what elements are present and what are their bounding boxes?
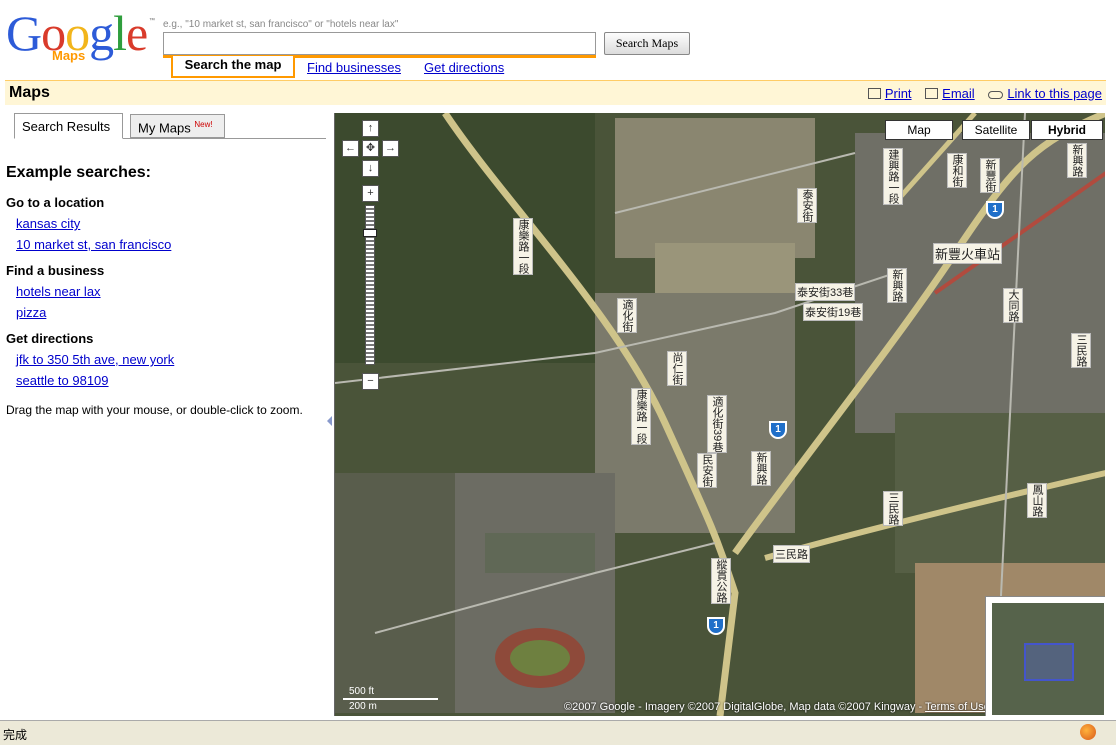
scale-line xyxy=(343,698,438,700)
drag-hint: Drag the map with your mouse, or double-… xyxy=(6,403,303,417)
print-label[interactable]: Print xyxy=(885,86,912,101)
firefox-icon xyxy=(1080,724,1096,740)
tab-search-results-label: Search Results xyxy=(22,119,111,134)
printer-icon xyxy=(867,88,881,99)
route-shield-icon: 1 xyxy=(707,617,725,635)
road-label: 康樂路一段 xyxy=(513,218,533,275)
road-label: 泰安街 xyxy=(797,188,817,223)
road-label: 泰安街33巷 xyxy=(795,283,856,301)
example-link[interactable]: seattle to 98109 xyxy=(16,373,316,388)
map-canvas[interactable]: 新豐火車站 康樂路一段 康樂路一段 建興路一段 新興路 新興路 三民路 三民路 … xyxy=(334,113,1105,716)
tab-my-maps[interactable]: My Maps New! xyxy=(130,114,225,138)
logo-product: Maps xyxy=(52,48,86,63)
road-label: 適化街39巷 xyxy=(707,395,727,454)
terms-of-use-link[interactable]: Terms of Use xyxy=(925,701,990,713)
pan-center-icon[interactable]: ✥ xyxy=(362,140,379,157)
road-label: 新興路 xyxy=(1067,143,1087,178)
example-group: Get directions jfk to 350 5th ave, new y… xyxy=(6,331,316,388)
pan-left-icon[interactable]: ← xyxy=(342,140,359,157)
new-badge: New! xyxy=(194,120,213,129)
status-text: 完成 xyxy=(3,728,28,742)
title-bar: Maps Print Email Link to this page xyxy=(5,80,1106,105)
road-label: 民安街 xyxy=(697,453,717,488)
pan-right-icon[interactable]: → xyxy=(382,140,399,157)
tab-search-results[interactable]: Search Results xyxy=(14,113,123,139)
route-shield-icon: 1 xyxy=(769,421,787,439)
search-maps-button[interactable]: Search Maps xyxy=(604,32,690,55)
zoom-in-icon[interactable]: + xyxy=(362,185,379,202)
collapse-panel-arrow-icon[interactable] xyxy=(327,416,332,426)
zoom-slider-handle[interactable] xyxy=(363,229,377,238)
road-label: 大同路 xyxy=(1003,288,1023,323)
station-label: 新豐火車站 xyxy=(933,243,1003,264)
google-maps-logo[interactable]: Google ™ Maps xyxy=(6,8,156,68)
road-label: 三民路 xyxy=(773,545,810,563)
road-label: 新興路 xyxy=(887,268,907,303)
email-label[interactable]: Email xyxy=(942,86,975,101)
road-label: 新興路 xyxy=(751,451,771,486)
example-link[interactable]: jfk to 350 5th ave, new york xyxy=(16,352,316,367)
scale-metric: 200 m xyxy=(349,701,377,712)
page-title: Maps xyxy=(9,84,50,101)
road-label: 泰安街19巷 xyxy=(803,303,864,321)
example-link[interactable]: pizza xyxy=(16,305,316,320)
route-shield-icon: 1 xyxy=(986,201,1004,219)
road-label: 建興路一段 xyxy=(883,148,903,205)
road-label: 縱貫公路 xyxy=(711,558,731,604)
map-type-hybrid-button[interactable]: Hybrid xyxy=(1031,120,1103,140)
search-hint: e.g., "10 market st, san francisco" or "… xyxy=(163,19,399,30)
scale-imperial: 500 ft xyxy=(349,686,375,697)
road-label: 三民路 xyxy=(883,491,903,526)
overview-imagery xyxy=(992,603,1104,715)
example-group: Find a business hotels near lax pizza xyxy=(6,263,316,320)
email-link[interactable]: Email xyxy=(925,86,975,101)
tab-my-maps-label: My Maps xyxy=(138,120,191,136)
map-type-map-button[interactable]: Map xyxy=(885,120,953,140)
road-label: 康樂路一段 xyxy=(631,388,651,445)
pan-down-icon[interactable]: ↓ xyxy=(362,160,379,177)
print-link[interactable]: Print xyxy=(867,86,912,101)
panel-tabs: Search Results My Maps New! xyxy=(14,113,326,139)
page-toolbar: Print Email Link to this page xyxy=(858,86,1102,101)
group-title: Go to a location xyxy=(6,195,105,210)
road-label: 適化街 xyxy=(617,298,637,333)
example-searches: Example searches: Go to a location kansa… xyxy=(6,164,316,419)
zoom-out-icon[interactable]: − xyxy=(362,373,379,390)
copyright-text: ©2007 Google - Imagery ©2007 DigitalGlob… xyxy=(564,701,923,713)
link-to-page[interactable]: Link to this page xyxy=(988,86,1102,101)
map-type-satellite-button[interactable]: Satellite xyxy=(962,120,1030,140)
overview-map[interactable] xyxy=(985,596,1105,716)
road-label: 三民路 xyxy=(1071,333,1091,368)
envelope-icon xyxy=(925,88,939,99)
example-link[interactable]: hotels near lax xyxy=(16,284,316,299)
group-title: Get directions xyxy=(6,331,94,346)
link-icon xyxy=(988,91,1004,99)
scale-bar: 500 ft 200 m xyxy=(343,686,443,712)
road-label: 康和街 xyxy=(947,153,967,188)
tab-get-directions[interactable]: Get directions xyxy=(424,58,504,78)
group-title: Find a business xyxy=(6,263,105,278)
road-label: 鳳山路 xyxy=(1027,483,1047,518)
pan-up-icon[interactable]: ↑ xyxy=(362,120,379,137)
overview-viewport[interactable] xyxy=(1024,643,1074,681)
map-copyright: ©2007 Google - Imagery ©2007 DigitalGlob… xyxy=(564,701,990,713)
link-to-page-label[interactable]: Link to this page xyxy=(1007,86,1102,101)
tab-find-businesses[interactable]: Find businesses xyxy=(307,58,401,78)
search-input[interactable] xyxy=(163,32,596,55)
road-label: 新豐街 xyxy=(980,158,1000,193)
left-panel: Search Results My Maps New! Example sear… xyxy=(0,106,330,716)
example-link[interactable]: 10 market st, san francisco xyxy=(16,237,316,252)
trademark: ™ xyxy=(149,18,155,24)
example-link[interactable]: kansas city xyxy=(16,216,316,231)
example-group: Go to a location kansas city 10 market s… xyxy=(6,195,316,252)
road-label: 尚仁街 xyxy=(667,351,687,386)
tab-search-the-map[interactable]: Search the map xyxy=(171,56,295,78)
examples-heading: Example searches: xyxy=(6,164,151,181)
browser-status-bar: 完成 xyxy=(0,720,1116,745)
